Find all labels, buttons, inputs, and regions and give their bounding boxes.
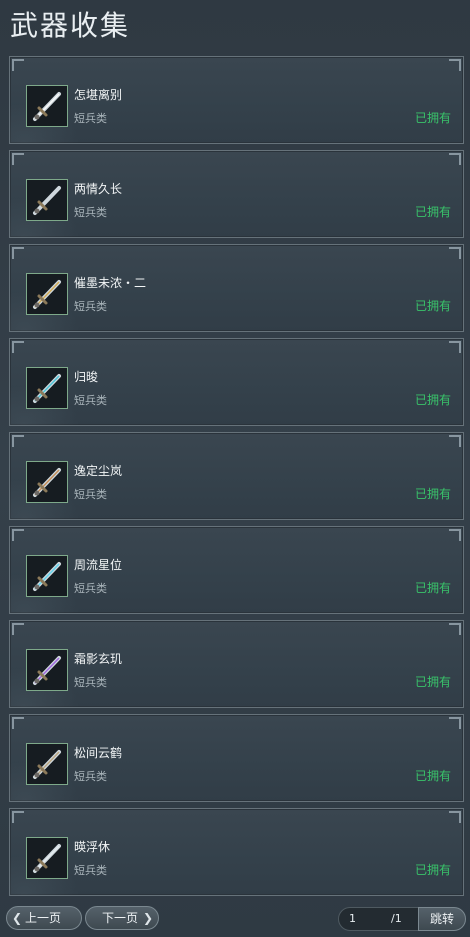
sword-icon <box>26 367 68 409</box>
owned-status: 已拥有 <box>414 111 451 125</box>
weapon-card[interactable]: 霜影玄玑短兵类 已拥有 <box>9 620 464 708</box>
weapon-card[interactable]: 两情久长短兵类 已拥有 <box>9 150 464 238</box>
weapon-name: 两情久长 <box>74 182 123 196</box>
weapon-name: 暎浮休 <box>74 840 111 854</box>
jump-button[interactable]: 跳转 <box>418 907 466 931</box>
weapon-card[interactable]: 怎堪离别短兵类 已拥有 <box>9 56 464 144</box>
weapon-type: 短兵类 <box>74 300 107 313</box>
weapon-card[interactable]: 松间云鹤短兵类 已拥有 <box>9 714 464 802</box>
weapon-card[interactable]: 周流星位短兵类 已拥有 <box>9 526 464 614</box>
weapon-type: 短兵类 <box>74 112 107 125</box>
sword-icon <box>26 649 68 691</box>
weapon-type: 短兵类 <box>74 582 107 595</box>
owned-status: 已拥有 <box>414 675 451 689</box>
owned-status: 已拥有 <box>414 863 451 877</box>
owned-status: 已拥有 <box>414 581 451 595</box>
weapon-type: 短兵类 <box>74 770 107 783</box>
weapon-card[interactable]: 催墨未浓・二 短兵类 已拥有 <box>9 244 464 332</box>
weapon-name: 霜影玄玑 <box>74 652 123 666</box>
chevron-left-icon: ❮ <box>12 911 23 925</box>
sword-icon <box>26 85 68 127</box>
weapon-name: 周流星位 <box>74 558 123 572</box>
sword-icon <box>26 461 68 503</box>
page-input-box: 1 /1 <box>338 907 422 931</box>
sword-icon <box>26 837 68 879</box>
weapon-card[interactable]: 暎浮休短兵类 已拥有 <box>9 808 464 896</box>
weapon-name: 催墨未浓・二 <box>74 276 147 290</box>
pagination-bar: ❮ 上一页 下一页 ❯ 1 /1 跳转 <box>0 905 470 931</box>
owned-status: 已拥有 <box>414 769 451 783</box>
chevron-right-icon: ❯ <box>142 911 153 925</box>
owned-status: 已拥有 <box>414 393 451 407</box>
weapon-card[interactable]: 归晙短兵类 已拥有 <box>9 338 464 426</box>
sword-icon <box>26 743 68 785</box>
weapon-type: 短兵类 <box>74 676 107 689</box>
page-title: 武器收集 <box>10 9 131 42</box>
weapon-name: 逸定尘岚 <box>74 464 123 478</box>
weapon-type: 短兵类 <box>74 394 107 407</box>
owned-status: 已拥有 <box>414 487 451 501</box>
weapon-type: 短兵类 <box>74 206 107 219</box>
owned-status: 已拥有 <box>414 299 451 313</box>
sword-icon <box>26 273 68 315</box>
page-total: /1 <box>391 912 402 925</box>
weapon-type: 短兵类 <box>74 488 107 501</box>
weapon-type: 短兵类 <box>74 864 107 877</box>
weapon-card[interactable]: 逸定尘岚短兵类 已拥有 <box>9 432 464 520</box>
prev-page-label: 上一页 <box>25 911 62 925</box>
page-number-input[interactable]: 1 <box>345 908 389 930</box>
owned-status: 已拥有 <box>414 205 451 219</box>
sword-icon <box>26 179 68 221</box>
weapon-name: 松间云鹤 <box>74 746 123 760</box>
sword-icon <box>26 555 68 597</box>
prev-page-button[interactable]: ❮ 上一页 <box>6 906 82 930</box>
next-page-label: 下一页 <box>102 911 139 925</box>
next-page-button[interactable]: 下一页 ❯ <box>85 906 159 930</box>
weapon-name: 怎堪离别 <box>74 88 123 102</box>
weapon-name: 归晙 <box>74 370 99 384</box>
weapon-list: 怎堪离别 短兵类 已拥有 两情久长 短兵类 已拥有 催墨未浓・二 短兵类 已拥有 归晙 短兵类 已拥有… <box>9 56 464 902</box>
